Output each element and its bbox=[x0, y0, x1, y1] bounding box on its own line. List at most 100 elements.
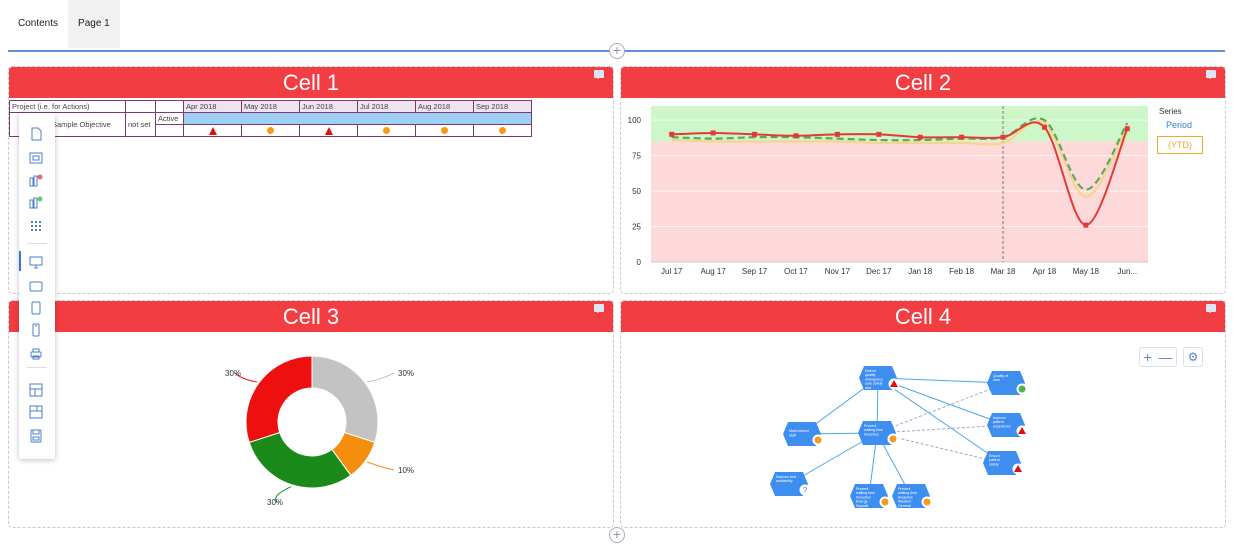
tablet-portrait-icon[interactable] bbox=[29, 301, 43, 315]
add-row-bottom-button[interactable]: + bbox=[609, 527, 625, 543]
donut-label: 30% bbox=[267, 498, 283, 507]
print-icon[interactable] bbox=[29, 347, 43, 361]
donut-slice bbox=[311, 355, 379, 444]
x-tick-label: Sep 17 bbox=[742, 267, 768, 276]
orange-dot-icon bbox=[267, 127, 274, 134]
phone-icon[interactable] bbox=[29, 323, 43, 337]
strategy-map: Deliverqualityemergencycare safelyandQua… bbox=[770, 366, 1028, 508]
project-header: Project (i.e. for Actions) bbox=[9, 100, 126, 113]
month-header: May 2018 bbox=[241, 100, 300, 113]
series-point-period bbox=[959, 134, 965, 140]
legend-item-ytd[interactable]: (YTD) bbox=[1157, 136, 1203, 154]
donut-leader-line bbox=[366, 461, 395, 471]
orange-dot-icon bbox=[441, 127, 448, 134]
cell-1: Cell 1 Project (i.e. for Actions) Apr 20… bbox=[8, 66, 614, 294]
question-icon: ? bbox=[803, 486, 808, 495]
series-point-period bbox=[1041, 124, 1047, 130]
red-triangle-icon bbox=[208, 126, 217, 135]
month-header: Jul 2018 bbox=[357, 100, 416, 113]
x-tick-label: Nov 17 bbox=[825, 267, 851, 276]
series-point-period bbox=[669, 131, 675, 137]
series-point-period bbox=[1083, 222, 1089, 228]
month-header: Jun 2018 bbox=[299, 100, 358, 113]
orange-dot-icon bbox=[889, 435, 897, 443]
month-header: Apr 2018 bbox=[183, 100, 242, 113]
cell-2: Cell 2 0 25 50 75 100 Jul 17 Aug 17 Sep 17 Oct 1… bbox=[620, 66, 1226, 294]
y-tick-label: 50 bbox=[632, 187, 641, 196]
x-tick-label: Dec 17 bbox=[866, 267, 892, 276]
x-tick-label: Jan 18 bbox=[908, 267, 933, 276]
donut-slice bbox=[245, 355, 313, 444]
y-tick-label: 100 bbox=[628, 116, 642, 125]
map-node-label: availability bbox=[776, 479, 793, 483]
add-chart-alt-icon[interactable] bbox=[29, 195, 43, 209]
map-node-label: staff bbox=[789, 433, 796, 437]
tab-page-1[interactable]: Page 1 bbox=[68, 0, 120, 48]
y-tick-label: 75 bbox=[632, 152, 641, 161]
donut-label: 30% bbox=[398, 369, 414, 378]
map-node-label: General bbox=[898, 504, 911, 508]
x-tick-label: May 18 bbox=[1073, 267, 1100, 276]
x-tick-label: Apr 18 bbox=[1033, 267, 1057, 276]
timeline-bar bbox=[183, 112, 532, 125]
tab-contents[interactable]: Contents bbox=[8, 0, 68, 48]
x-tick-label: Jul 17 bbox=[661, 267, 683, 276]
map-node-label: breaches bbox=[864, 432, 879, 436]
add-chart-icon[interactable] bbox=[29, 173, 43, 187]
series-point-period bbox=[917, 134, 923, 140]
map-node-label: and bbox=[865, 386, 871, 390]
y-tick-label: 0 bbox=[637, 258, 642, 267]
cell-2-header: Cell 2 bbox=[621, 67, 1225, 98]
legend-title: Series bbox=[1159, 107, 1182, 116]
map-node-label: care bbox=[993, 378, 1000, 382]
series-point-period bbox=[876, 131, 882, 137]
month-header: Aug 2018 bbox=[415, 100, 474, 113]
status-cell: not set bbox=[125, 112, 156, 137]
series-point-period bbox=[793, 133, 799, 139]
status-active-cell: Active bbox=[155, 112, 184, 125]
page-tabs: Contents Page 1 bbox=[8, 0, 120, 48]
comment-icon[interactable] bbox=[594, 304, 604, 313]
orange-dot-icon bbox=[881, 498, 889, 506]
desktop-icon[interactable] bbox=[29, 255, 43, 269]
series-point-period bbox=[834, 131, 840, 137]
tablet-landscape-icon[interactable] bbox=[29, 279, 43, 293]
project-table: Project (i.e. for Actions) Apr 2018 May … bbox=[9, 100, 532, 137]
x-tick-label: Jun... bbox=[1118, 267, 1138, 276]
comment-icon[interactable] bbox=[1206, 70, 1216, 79]
orange-dot-icon bbox=[923, 498, 931, 506]
series-point-period bbox=[752, 131, 758, 137]
chart-legend: Series Period (YTD) bbox=[1157, 107, 1219, 154]
cell-1-header: Cell 1 bbox=[9, 67, 613, 98]
layout-icon[interactable] bbox=[29, 151, 43, 165]
donut-chart: 30% 10% 30% 30% bbox=[225, 355, 414, 507]
cell-3: Cell 3 30% 10% 30% 30% bbox=[8, 300, 614, 528]
template-left-icon[interactable] bbox=[29, 383, 43, 397]
comment-icon[interactable] bbox=[594, 70, 604, 79]
toolbar-separator bbox=[27, 243, 47, 244]
cell-2-title: Cell 2 bbox=[894, 70, 952, 95]
map-node-label: experience bbox=[993, 424, 1011, 428]
save-icon[interactable] bbox=[29, 429, 43, 443]
series-point-period bbox=[1000, 134, 1006, 140]
map-edge bbox=[877, 377, 1003, 464]
objective-cell[interactable]: Sample Objective bbox=[49, 112, 126, 137]
new-page-icon[interactable] bbox=[29, 127, 43, 141]
indicator-cell bbox=[241, 124, 300, 137]
x-tick-label: Mar 18 bbox=[991, 267, 1016, 276]
month-header: Sep 2018 bbox=[473, 100, 532, 113]
indicator-cell bbox=[299, 124, 358, 137]
green-check-icon bbox=[1018, 385, 1026, 393]
donut-slice bbox=[248, 431, 352, 489]
grid-icon[interactable] bbox=[29, 219, 43, 233]
add-row-top-button[interactable]: + bbox=[609, 43, 625, 59]
donut-label: 10% bbox=[398, 466, 414, 475]
orange-dot-icon bbox=[383, 127, 390, 134]
legend-item-period[interactable]: Period bbox=[1166, 120, 1219, 130]
template-right-icon[interactable] bbox=[29, 405, 43, 419]
indicator-cell bbox=[357, 124, 416, 137]
y-tick-label: 25 bbox=[632, 223, 641, 232]
comment-icon[interactable] bbox=[1206, 304, 1216, 313]
toolbar-separator bbox=[27, 367, 47, 368]
donut-label: 30% bbox=[225, 369, 241, 378]
